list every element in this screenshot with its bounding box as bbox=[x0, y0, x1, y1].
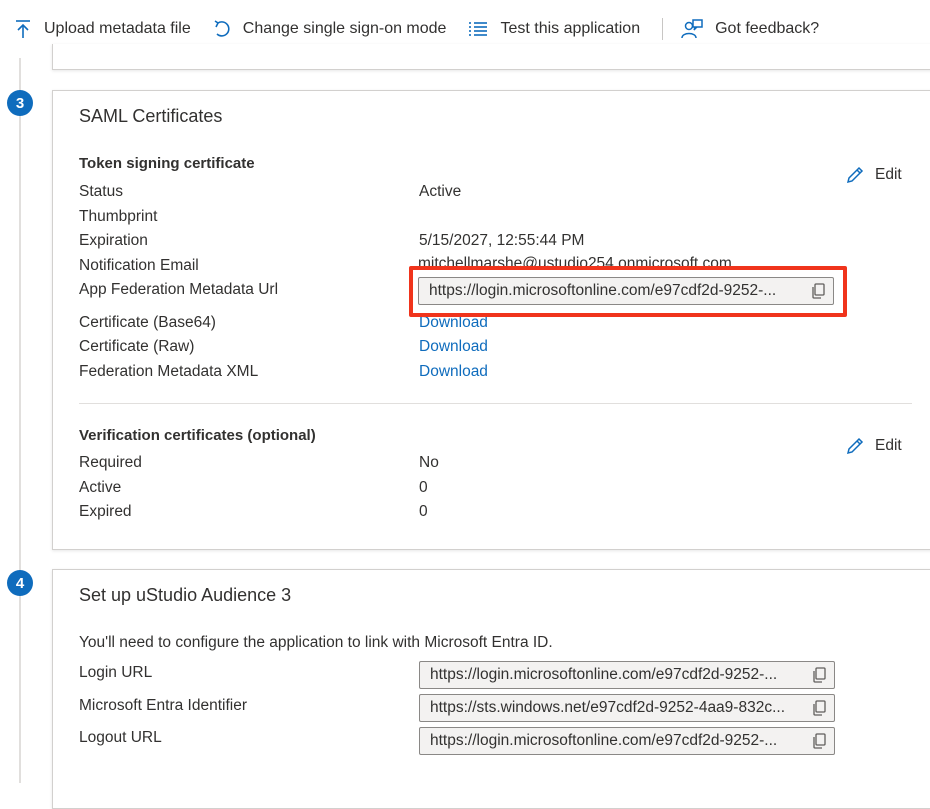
edit-verification-button[interactable]: Edit bbox=[845, 436, 902, 456]
setup-description: You'll need to configure the application… bbox=[79, 634, 553, 651]
upload-metadata-button[interactable]: Upload metadata file bbox=[14, 19, 191, 39]
thumbprint-label: Thumbprint bbox=[79, 208, 158, 225]
test-application-button[interactable]: Test this application bbox=[468, 20, 640, 38]
notification-email-label: Notification Email bbox=[79, 257, 199, 274]
feedback-icon bbox=[681, 19, 703, 39]
saml-certificates-card: SAML Certificates Token signing certific… bbox=[52, 90, 930, 550]
federation-metadata-xml-label: Federation Metadata XML bbox=[79, 363, 259, 380]
certificate-raw-label: Certificate (Raw) bbox=[79, 338, 195, 355]
login-url-field[interactable]: https://login.microsoftonline.com/e97cdf… bbox=[419, 661, 835, 689]
status-value: Active bbox=[419, 183, 462, 200]
notification-email-value: mitchellmarshe@ustudio254.onmicrosoft.co… bbox=[418, 255, 732, 269]
expired-value: 0 bbox=[419, 503, 428, 520]
active-label: Active bbox=[79, 479, 122, 496]
metadata-url-value: https://login.microsoftonline.com/e97cdf… bbox=[429, 282, 777, 299]
step-3-badge: 3 bbox=[7, 90, 33, 116]
test-application-label: Test this application bbox=[500, 20, 641, 37]
copy-icon bbox=[812, 283, 825, 299]
copy-metadata-url-button[interactable] bbox=[803, 278, 833, 304]
feedback-label: Got feedback? bbox=[715, 20, 820, 37]
edit-label: Edit bbox=[875, 166, 902, 183]
copy-logout-url-button[interactable] bbox=[804, 728, 834, 754]
certificate-base64-label: Certificate (Base64) bbox=[79, 314, 216, 331]
change-sso-mode-button[interactable]: Change single sign-on mode bbox=[213, 19, 447, 39]
entra-identifier-value: https://sts.windows.net/e97cdf2d-9252-4a… bbox=[430, 699, 785, 716]
edit-label: Edit bbox=[875, 437, 902, 454]
logout-url-label: Logout URL bbox=[79, 729, 162, 746]
metadata-url-label: App Federation Metadata Url bbox=[79, 281, 279, 298]
setup-title: Set up uStudio Audience 3 bbox=[79, 585, 292, 605]
metadata-url-field[interactable]: https://login.microsoftonline.com/e97cdf… bbox=[418, 277, 834, 305]
active-value: 0 bbox=[419, 479, 428, 496]
login-url-label: Login URL bbox=[79, 664, 153, 681]
toolbar-separator bbox=[662, 18, 664, 40]
copy-entra-identifier-button[interactable] bbox=[804, 695, 834, 721]
entra-identifier-label: Microsoft Entra Identifier bbox=[79, 697, 247, 714]
feedback-button[interactable]: Got feedback? bbox=[681, 19, 819, 39]
logout-url-field[interactable]: https://login.microsoftonline.com/e97cdf… bbox=[419, 727, 835, 755]
expiration-value: 5/15/2027, 12:55:44 PM bbox=[419, 232, 585, 249]
login-url-value: https://login.microsoftonline.com/e97cdf… bbox=[430, 666, 778, 683]
logout-url-value: https://login.microsoftonline.com/e97cdf… bbox=[430, 732, 778, 749]
copy-icon bbox=[813, 667, 826, 683]
entra-identifier-field[interactable]: https://sts.windows.net/e97cdf2d-9252-4a… bbox=[419, 694, 835, 722]
pencil-icon bbox=[846, 166, 864, 184]
status-label: Status bbox=[79, 183, 123, 200]
token-signing-section-title: Token signing certificate bbox=[79, 155, 255, 172]
required-label: Required bbox=[79, 454, 142, 471]
section-divider bbox=[79, 403, 912, 404]
checklist-icon bbox=[469, 22, 488, 36]
step-rail bbox=[19, 58, 21, 783]
upload-metadata-label: Upload metadata file bbox=[44, 20, 191, 37]
expired-label: Expired bbox=[79, 503, 132, 520]
pencil-icon bbox=[846, 437, 864, 455]
previous-step-card-bottom bbox=[52, 44, 930, 70]
required-value: No bbox=[419, 454, 439, 471]
edit-token-signing-button[interactable]: Edit bbox=[845, 165, 902, 185]
setup-application-card: Set up uStudio Audience 3 You'll need to… bbox=[52, 569, 930, 809]
download-federation-metadata-xml-link[interactable]: Download bbox=[419, 363, 488, 381]
expiration-label: Expiration bbox=[79, 232, 148, 249]
copy-icon bbox=[813, 733, 826, 749]
upload-icon bbox=[16, 20, 30, 38]
copy-login-url-button[interactable] bbox=[804, 662, 834, 688]
download-certificate-raw-link[interactable]: Download bbox=[419, 338, 488, 356]
saml-certificates-title: SAML Certificates bbox=[79, 106, 223, 126]
download-certificate-base64-link[interactable]: Download bbox=[419, 314, 488, 332]
change-sso-mode-label: Change single sign-on mode bbox=[242, 20, 447, 37]
copy-icon bbox=[813, 700, 826, 716]
undo-icon bbox=[214, 20, 230, 37]
verification-section-title: Verification certificates (optional) bbox=[79, 427, 316, 444]
step-4-badge: 4 bbox=[7, 570, 33, 596]
